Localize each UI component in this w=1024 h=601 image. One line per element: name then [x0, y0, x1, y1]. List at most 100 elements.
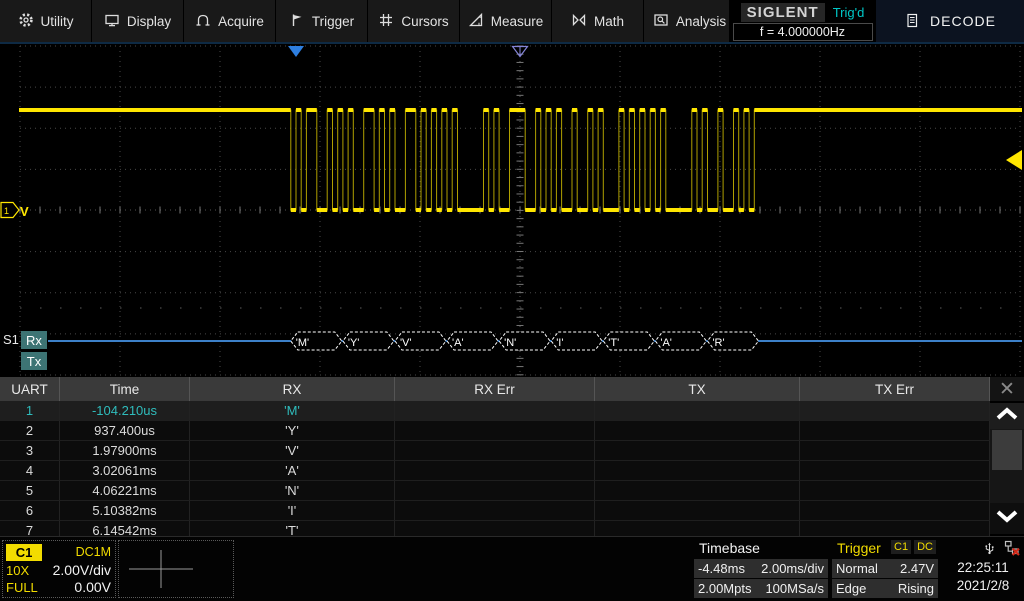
- trigger-type: Edge: [836, 581, 866, 596]
- decode-bubble-text: 'A': [452, 337, 464, 349]
- cell-rx: 'M': [190, 401, 395, 420]
- display-icon: [104, 12, 120, 31]
- crosshair-icon: [119, 541, 231, 595]
- svg-text:V: V: [20, 204, 29, 219]
- trigger-source-badge: C1: [891, 540, 911, 554]
- table-header-tx-err: TX Err: [800, 377, 990, 401]
- cell-tx_err: [800, 501, 990, 520]
- gear-icon: [18, 12, 34, 31]
- menu-item-utility[interactable]: Utility: [0, 0, 92, 42]
- table-header-uart: UART: [0, 377, 60, 401]
- cell-rx_err: [395, 421, 595, 440]
- menu-item-math[interactable]: Math: [552, 0, 644, 42]
- cell-tx: [595, 461, 800, 480]
- trigger-mode: Normal: [836, 561, 878, 576]
- decode-bubble-text: 'A': [660, 337, 672, 349]
- siglent-logo: SIGLENT: [741, 3, 825, 22]
- table-scroll-up-button[interactable]: [990, 403, 1024, 429]
- cell-num: 1: [0, 401, 60, 420]
- decode-bus-label: S1: [3, 332, 19, 347]
- decode-bubble-text: 'N': [504, 337, 516, 349]
- cell-time: 3.02061ms: [60, 461, 190, 480]
- channel1-descriptor[interactable]: C1 DC1M 10X 2.00V/div FULL 0.00V: [2, 540, 116, 598]
- decode-bubble-text: 'Y': [348, 337, 360, 349]
- clock-time: 22:25:11: [942, 560, 1024, 575]
- menu-item-analysis[interactable]: Analysis: [644, 0, 736, 42]
- trigger-descriptor[interactable]: Trigger C1 DC Normal 2.47V Edge Rising: [832, 538, 938, 598]
- menu-item-label: Utility: [41, 14, 74, 29]
- menu-item-trigger[interactable]: Trigger: [276, 0, 368, 42]
- cell-num: 2: [0, 421, 60, 440]
- analysis-icon: [653, 12, 669, 31]
- cell-num: 3: [0, 441, 60, 460]
- table-header-rx-err: RX Err: [395, 377, 595, 401]
- cell-rx_err: [395, 401, 595, 420]
- decode-rx-badge[interactable]: Rx: [21, 331, 47, 349]
- cell-time: 1.97900ms: [60, 441, 190, 460]
- menu-item-acquire[interactable]: Acquire: [184, 0, 276, 42]
- network-disconnected-icon: [1004, 540, 1020, 561]
- cell-tx_err: [800, 441, 990, 460]
- uart-decode-table: UARTTimeRXRX ErrTXTX Err 1-104.210us'M'2…: [0, 377, 990, 541]
- table-row[interactable]: 43.02061ms'A': [0, 461, 990, 481]
- table-row[interactable]: 2937.400us'Y': [0, 421, 990, 441]
- acquire-icon: [195, 12, 211, 31]
- trigger-status-badge: Trig'd: [833, 5, 865, 20]
- table-row[interactable]: 65.10382ms'I': [0, 501, 990, 521]
- table-header-rx: RX: [190, 377, 395, 401]
- cell-rx_err: [395, 501, 595, 520]
- menu-item-measure[interactable]: Measure: [460, 0, 552, 42]
- table-scrollbar-thumb[interactable]: [992, 430, 1022, 470]
- channel1-bandwidth: FULL: [6, 580, 38, 595]
- brand-status-block: SIGLENT Trig'd f = 4.000000Hz: [729, 0, 876, 42]
- timebase-sample-rate: 100MSa/s: [765, 581, 824, 596]
- decode-tx-badge[interactable]: Tx: [21, 352, 47, 370]
- cell-rx_err: [395, 461, 595, 480]
- frequency-counter-readout: f = 4.000000Hz: [733, 23, 873, 41]
- menu-item-cursors[interactable]: Cursors: [368, 0, 460, 42]
- channel1-coupling: DC1M: [76, 545, 111, 559]
- table-row[interactable]: 1-104.210us'M': [0, 401, 990, 421]
- timebase-descriptor[interactable]: Timebase -4.48ms 2.00ms/div 2.00Mpts 100…: [694, 538, 828, 598]
- clock-panel: 22:25:11 2021/2/8: [942, 538, 1024, 598]
- trigger-slope: Rising: [898, 581, 934, 596]
- cell-time: 937.400us: [60, 421, 190, 440]
- trigger-title: Trigger: [837, 539, 881, 557]
- trigger-level: 2.47V: [900, 561, 934, 576]
- menu-item-label: Math: [594, 14, 624, 29]
- cell-rx: 'A': [190, 461, 395, 480]
- menu-item-label: Trigger: [312, 14, 354, 29]
- menu-item-label: Analysis: [676, 14, 726, 29]
- decode-bubble-text: 'R': [712, 337, 724, 349]
- empty-channel-slot[interactable]: [118, 540, 234, 598]
- table-close-button[interactable]: ✕: [990, 377, 1024, 401]
- menu-item-display[interactable]: Display: [92, 0, 184, 42]
- timebase-delay: -4.48ms: [698, 561, 745, 576]
- waveform-display[interactable]: 1V'M''Y''V''A''N''I''T''A''R': [0, 44, 1024, 376]
- cell-num: 4: [0, 461, 60, 480]
- table-row[interactable]: 54.06221ms'N': [0, 481, 990, 501]
- cell-rx_err: [395, 481, 595, 500]
- table-scroll-down-button[interactable]: [990, 503, 1024, 534]
- cell-tx: [595, 401, 800, 420]
- cell-rx_err: [395, 441, 595, 460]
- flag-icon: [289, 12, 305, 31]
- decode-bubble-text: 'T': [608, 337, 619, 349]
- trigger-coupling-badge: DC: [914, 540, 936, 554]
- decode-menu-tab[interactable]: DECODE: [876, 0, 1024, 42]
- cell-tx: [595, 441, 800, 460]
- table-row[interactable]: 31.97900ms'V': [0, 441, 990, 461]
- cell-tx: [595, 501, 800, 520]
- channel1-scale: 2.00V/div: [53, 562, 111, 578]
- chevron-up-icon: [994, 406, 1020, 427]
- cell-tx: [595, 481, 800, 500]
- clock-date: 2021/2/8: [942, 578, 1024, 593]
- timebase-title: Timebase: [699, 539, 760, 557]
- channel1-badge: C1: [6, 544, 42, 561]
- menu-item-label: Cursors: [401, 14, 448, 29]
- cell-time: -104.210us: [60, 401, 190, 420]
- table-header-time: Time: [60, 377, 190, 401]
- cell-rx: 'V': [190, 441, 395, 460]
- cell-num: 6: [0, 501, 60, 520]
- cell-num: 5: [0, 481, 60, 500]
